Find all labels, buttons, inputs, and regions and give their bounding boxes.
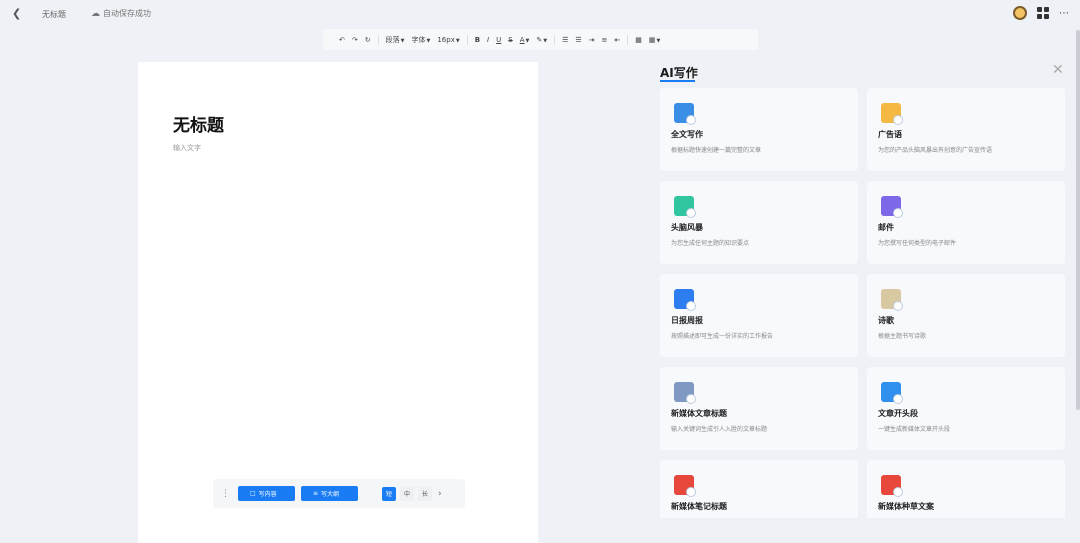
card-description: 根据标题快速创建一篇完整的文章 bbox=[671, 147, 762, 154]
top-right-actions: ⋯ bbox=[1013, 6, 1070, 20]
length-short[interactable]: 短 bbox=[382, 486, 396, 501]
ai-template-card[interactable]: 全文写作根据标题快速创建一篇完整的文章 bbox=[660, 88, 858, 171]
font-size-select[interactable]: 16px▼ bbox=[437, 36, 459, 44]
apps-grid-icon[interactable] bbox=[1037, 7, 1049, 19]
list-icon bbox=[674, 196, 696, 218]
font-select[interactable]: 字体▼ bbox=[411, 35, 430, 45]
write-outline-button[interactable]: ≡ 写大纲 bbox=[301, 486, 358, 501]
insert-icon[interactable]: ▦▼ bbox=[649, 36, 660, 44]
length-medium[interactable]: 中 bbox=[400, 486, 414, 501]
document-page[interactable]: 无标题 输入文字 bbox=[138, 62, 538, 543]
ai-template-card[interactable]: 头脑风暴为您生成任何主题的知识要点 bbox=[660, 181, 858, 264]
card-description: 输入关键词生成引人入胜的文章标题 bbox=[671, 426, 768, 433]
ai-template-card[interactable]: 广告语为您的产品头脑风暴出有创意的广告宣传语 bbox=[867, 88, 1065, 171]
write-content-button[interactable]: □ 写内容 bbox=[238, 486, 295, 501]
close-icon[interactable]: ✕ bbox=[1052, 62, 1064, 78]
card-description: 一键生成新媒体文章开头段 bbox=[878, 426, 951, 433]
ai-template-card[interactable]: 文章开头段一键生成新媒体文章开头段 bbox=[867, 367, 1065, 450]
ordered-list-icon[interactable]: ☰ bbox=[562, 36, 568, 44]
ai-panel-title: AI写作 bbox=[660, 66, 698, 82]
card-title: 新媒体种草文案 bbox=[878, 502, 934, 511]
card-title: 广告语 bbox=[878, 130, 902, 139]
card-title: 全文写作 bbox=[671, 130, 703, 139]
folder-icon bbox=[881, 103, 903, 125]
format-toolbar: ↶ ↷ ↻ 段落▼ 字体▼ 16px▼ B I U S A▼ ✎▼ ☰ ☰ ⇥ … bbox=[323, 29, 758, 50]
underline-button[interactable]: U bbox=[496, 36, 501, 44]
writing-action-bar: ⋮ □ 写内容 ≡ 写大纲 短 中 长 › bbox=[213, 479, 465, 508]
unordered-list-icon[interactable]: ☰ bbox=[575, 36, 581, 44]
redo-icon[interactable]: ↷ bbox=[352, 36, 358, 44]
card-title: 邮件 bbox=[878, 223, 894, 232]
font-color-button[interactable]: A▼ bbox=[520, 36, 530, 44]
length-long[interactable]: 长 bbox=[418, 486, 432, 501]
paragraph-select[interactable]: 段落▼ bbox=[386, 35, 405, 45]
doc-title[interactable]: 无标题 bbox=[42, 9, 66, 20]
italic-button[interactable]: I bbox=[487, 36, 489, 44]
highlight-icon[interactable]: ✎▼ bbox=[536, 36, 547, 44]
clear-format-icon[interactable]: ↻ bbox=[365, 36, 371, 44]
page-title[interactable]: 无标题 bbox=[173, 111, 224, 136]
bold-button[interactable]: B bbox=[475, 36, 480, 44]
paragraph-icon bbox=[881, 382, 903, 404]
divider bbox=[627, 34, 629, 45]
divider bbox=[377, 34, 379, 45]
note-icon bbox=[674, 475, 696, 497]
ai-template-cards: 全文写作 根据标题快速创建一篇完整的文章 广告语 为您的产品头脑风暴出有创意的广告宣传… bbox=[660, 88, 1070, 518]
drag-handle-icon[interactable]: ⋮ bbox=[221, 489, 230, 499]
top-bar: ❮ 无标题 ☁ 自动保存成功 ⋯ bbox=[0, 0, 1080, 28]
save-status-text: 自动保存成功 bbox=[103, 9, 151, 18]
strikethrough-button[interactable]: S bbox=[508, 36, 512, 44]
card-title: 日报周报 bbox=[671, 316, 703, 325]
card-title: 头脑风暴 bbox=[671, 223, 703, 232]
undo-icon[interactable]: ↶ bbox=[339, 36, 345, 44]
save-status: ☁ 自动保存成功 bbox=[91, 8, 151, 19]
length-selector: 短 中 长 › bbox=[382, 486, 442, 501]
mail-icon bbox=[881, 196, 903, 218]
headline-icon bbox=[674, 382, 696, 404]
card-description: 根据主题书写诗歌 bbox=[878, 333, 927, 340]
card-title: 新媒体笔记标题 bbox=[671, 502, 727, 511]
chevron-right-icon[interactable]: › bbox=[438, 489, 442, 499]
table-icon[interactable]: ▦ bbox=[635, 36, 642, 44]
scroll-icon bbox=[881, 289, 903, 311]
card-description: 为您的产品头脑风暴出有创意的广告宣传语 bbox=[878, 147, 993, 154]
outdent-icon[interactable]: ⇤ bbox=[614, 36, 620, 44]
divider bbox=[466, 34, 468, 45]
indent-icon[interactable]: ⇥ bbox=[589, 36, 595, 44]
list-icon: ≡ bbox=[313, 490, 319, 497]
more-icon[interactable]: ⋯ bbox=[1059, 8, 1070, 19]
card-description: 按照描述即可生成一份详实的工作报告 bbox=[671, 333, 774, 340]
align-icon[interactable]: ≡ bbox=[602, 36, 608, 44]
ai-template-card[interactable]: 日报周报按照描述即可生成一份详实的工作报告 bbox=[660, 274, 858, 357]
card-description: 为您撰写任何类型的电子邮件 bbox=[878, 240, 957, 247]
book-icon bbox=[674, 289, 696, 311]
avatar[interactable] bbox=[1013, 6, 1027, 20]
card-title: 文章开头段 bbox=[878, 409, 918, 418]
panel-scrollbar[interactable] bbox=[1076, 30, 1080, 410]
ai-template-card[interactable]: 新媒体种草文案 bbox=[867, 460, 1065, 518]
document-icon: □ bbox=[250, 490, 256, 497]
chevron-left-icon[interactable]: ❮ bbox=[12, 7, 21, 20]
cloud-icon: ☁ bbox=[91, 8, 100, 19]
card-title: 诗歌 bbox=[878, 316, 894, 325]
ai-template-card[interactable]: 新媒体笔记标题 bbox=[660, 460, 858, 518]
ai-template-card[interactable]: 新媒体文章标题输入关键词生成引人入胜的文章标题 bbox=[660, 367, 858, 450]
ai-template-card[interactable]: 诗歌根据主题书写诗歌 bbox=[867, 274, 1065, 357]
card-title: 新媒体文章标题 bbox=[671, 409, 727, 418]
divider bbox=[554, 34, 556, 45]
note-icon bbox=[881, 475, 903, 497]
ai-template-card[interactable]: 邮件为您撰写任何类型的电子邮件 bbox=[867, 181, 1065, 264]
card-description: 为您生成任何主题的知识要点 bbox=[671, 240, 750, 247]
document-icon bbox=[674, 103, 696, 125]
body-placeholder[interactable]: 输入文字 bbox=[173, 143, 201, 153]
